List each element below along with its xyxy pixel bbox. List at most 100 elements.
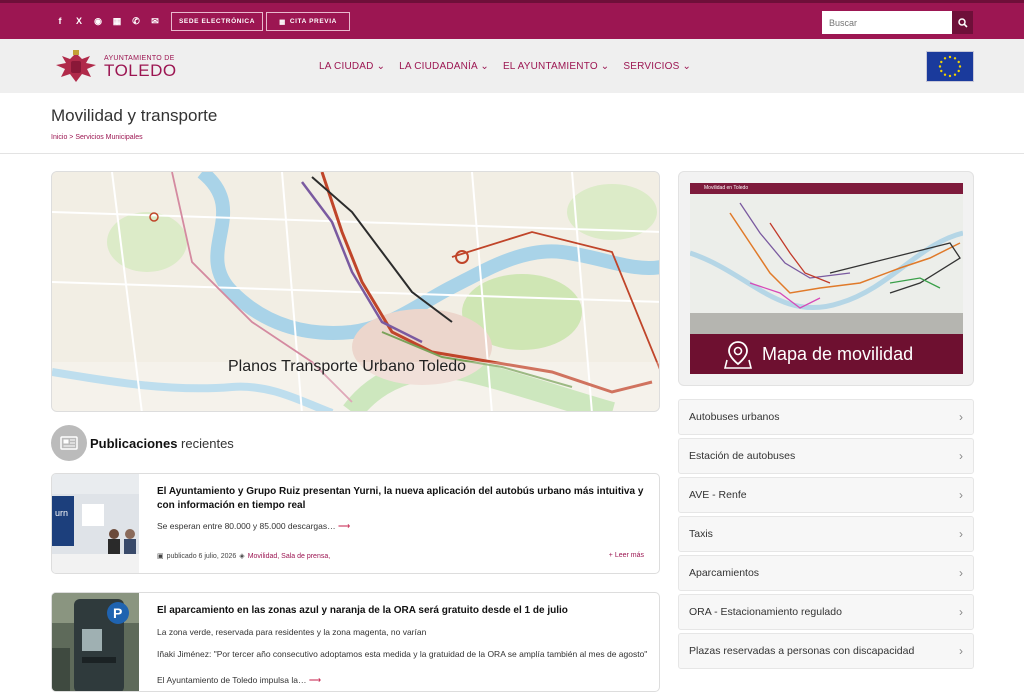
mobility-map-image xyxy=(690,194,963,334)
top-bar: f X ◉ ▦ ✆ ✉ SEDE ELECTRÓNICA ▦ CITA PREV… xyxy=(0,0,1024,39)
publication-excerpt-2: Iñaki Jiménez: "Por tercer año consecuti… xyxy=(157,649,648,659)
svg-text:P: P xyxy=(113,605,122,621)
link-taxis[interactable]: Taxis › xyxy=(678,516,974,552)
publications-title: Publicaciones recientes xyxy=(90,436,234,451)
search-button[interactable] xyxy=(952,11,973,34)
chevron-right-icon: › xyxy=(959,566,963,580)
breadcrumb-inicio[interactable]: Inicio xyxy=(51,134,67,141)
email-icon[interactable]: ✉ xyxy=(147,13,163,29)
chevron-right-icon: › xyxy=(959,605,963,619)
link-label: ORA - Estacionamiento regulado xyxy=(689,606,842,618)
publication-date: publicado 6 julio, 2026 xyxy=(166,552,237,560)
chevron-down-icon: ⌄ xyxy=(600,61,610,72)
divider xyxy=(0,153,1024,154)
link-label: Estación de autobuses xyxy=(689,450,796,462)
menu-la-ciudadania[interactable]: LA CIUDADANÍA ⌄ xyxy=(399,61,489,72)
link-aparcamientos[interactable]: Aparcamientos › xyxy=(678,555,974,591)
chevron-right-icon: › xyxy=(959,488,963,502)
publication-excerpt-3: El Ayuntamiento de Toledo impulsa la… ⟶ xyxy=(157,675,652,687)
phone-icon[interactable]: ✆ xyxy=(128,13,144,29)
excerpt-text: Se esperan entre 80.000 y 85.000 descarg… xyxy=(157,521,336,531)
publication-meta: ▣ publicado 6 julio, 2026 ◈ Movilidad, S… xyxy=(157,552,331,561)
arrow-right-icon[interactable]: ⟶ xyxy=(338,521,350,531)
publication-card: P El aparcamiento en las zonas azul y na… xyxy=(51,592,660,692)
eu-stars-icon xyxy=(938,55,962,78)
cita-previa-label: CITA PREVIA xyxy=(289,18,337,25)
menu-servicios[interactable]: SERVICIOS ⌄ xyxy=(623,61,691,72)
publications-title-bold: Publicaciones xyxy=(90,435,178,451)
link-label: Aparcamientos xyxy=(689,567,760,579)
link-plazas-discapacidad[interactable]: Plazas reservadas a personas con discapa… xyxy=(678,633,974,669)
publication-excerpt-1: La zona verde, reservada para residentes… xyxy=(157,627,427,637)
chevron-right-icon: › xyxy=(959,527,963,541)
logo-main-text: TOLEDO xyxy=(104,61,177,80)
calendar-icon: ▣ xyxy=(157,553,164,560)
link-ave-renfe[interactable]: AVE - Renfe › xyxy=(678,477,974,513)
link-label: Autobuses urbanos xyxy=(689,411,780,423)
chevron-down-icon: ⌄ xyxy=(682,61,692,72)
link-autobuses-urbanos[interactable]: Autobuses urbanos › xyxy=(678,399,974,435)
transport-map-image xyxy=(52,172,659,411)
newspaper-icon xyxy=(51,425,87,461)
arrow-right-icon[interactable]: ⟶ xyxy=(309,675,321,685)
publication-title[interactable]: El aparcamiento en las zonas azul y nara… xyxy=(157,604,652,618)
mobility-map-preview[interactable]: Movilidad en Toledo xyxy=(690,183,963,334)
sede-electronica-button[interactable]: SEDE ELECTRÓNICA xyxy=(171,12,263,31)
mobility-map-widget: Movilidad en Toledo Mapa de movilidad xyxy=(678,171,974,386)
chevron-right-icon: › xyxy=(959,644,963,658)
link-label: Taxis xyxy=(689,528,713,540)
main-navigation: AYUNTAMIENTO DE TOLEDO LA CIUDAD ⌄ LA CI… xyxy=(0,39,1024,93)
main-menu: LA CIUDAD ⌄ LA CIUDADANÍA ⌄ EL AYUNTAMIE… xyxy=(319,61,691,72)
mobility-map-label: Mapa de movilidad xyxy=(762,343,914,364)
publication-excerpt: Se esperan entre 80.000 y 85.000 descarg… xyxy=(157,521,652,533)
rss-icon[interactable]: ◉ xyxy=(90,13,106,29)
hero-caption: Planos Transporte Urbano Toledo xyxy=(228,358,467,375)
menu-label: LA CIUDAD xyxy=(319,61,374,72)
chevron-down-icon: ⌄ xyxy=(376,61,386,72)
publication-thumbnail[interactable]: P xyxy=(52,593,139,691)
excerpt-text: El Ayuntamiento de Toledo impulsa la… xyxy=(157,675,307,685)
search-input[interactable] xyxy=(822,11,952,34)
chevron-down-icon: ⌄ xyxy=(480,61,489,72)
press-conference-photo: urn xyxy=(52,474,139,573)
toledo-logo[interactable]: AYUNTAMIENTO DE TOLEDO xyxy=(52,49,177,85)
calendar-icon: ▦ xyxy=(279,18,286,26)
x-icon[interactable]: X xyxy=(71,13,87,29)
mobility-links-list: Autobuses urbanos › Estación de autobuses… xyxy=(678,399,974,672)
mobility-map-button[interactable]: Mapa de movilidad xyxy=(690,334,963,374)
publication-categories[interactable]: Movilidad, Sala de prensa, xyxy=(248,553,331,560)
map-pin-icon xyxy=(724,341,752,369)
link-label: Plazas reservadas a personas con discapa… xyxy=(689,645,915,657)
menu-label: EL AYUNTAMIENTO xyxy=(502,61,598,72)
chevron-right-icon: › xyxy=(959,410,963,424)
map-icon[interactable]: ▦ xyxy=(109,13,125,29)
menu-label: SERVICIOS xyxy=(623,61,680,72)
social-links: f X ◉ ▦ ✆ ✉ xyxy=(52,13,163,29)
link-ora[interactable]: ORA - Estacionamiento regulado › xyxy=(678,594,974,630)
breadcrumb: Inicio > Servicios Municipales xyxy=(51,134,143,141)
link-label: AVE - Renfe xyxy=(689,489,747,501)
menu-label: LA CIUDADANÍA xyxy=(399,61,478,72)
publication-thumbnail[interactable]: urn xyxy=(52,474,139,573)
sede-electronica-label: SEDE ELECTRÓNICA xyxy=(178,18,256,25)
page-title: Movilidad y transporte xyxy=(51,106,218,125)
breadcrumb-servicios-municipales[interactable]: Servicios Municipales xyxy=(75,134,142,141)
chevron-right-icon: › xyxy=(959,449,963,463)
publication-title[interactable]: El Ayuntamiento y Grupo Ruiz presentan Y… xyxy=(157,485,652,512)
search-icon xyxy=(957,17,968,28)
publication-card: urn El Ayuntamiento y Grupo Ruiz present… xyxy=(51,473,660,574)
eu-flag-icon[interactable] xyxy=(926,51,974,82)
menu-la-ciudad[interactable]: LA CIUDAD ⌄ xyxy=(319,61,385,72)
publications-header: Publicaciones recientes xyxy=(51,425,234,461)
read-more-link[interactable]: + Leer más xyxy=(609,552,644,559)
tag-icon: ◈ xyxy=(239,553,245,560)
publications-title-rest: recientes xyxy=(181,435,234,451)
link-estacion-autobuses[interactable]: Estación de autobuses › xyxy=(678,438,974,474)
svg-text:urn: urn xyxy=(55,508,68,518)
logo-wordmark: AYUNTAMIENTO DE TOLEDO xyxy=(104,55,177,79)
menu-el-ayuntamiento[interactable]: EL AYUNTAMIENTO ⌄ xyxy=(503,61,609,72)
parking-meter-photo: P xyxy=(52,593,139,691)
facebook-icon[interactable]: f xyxy=(52,13,68,29)
transport-map-banner[interactable]: Planos Transporte Urbano Toledo xyxy=(51,171,660,412)
cita-previa-button[interactable]: ▦ CITA PREVIA xyxy=(266,12,350,31)
